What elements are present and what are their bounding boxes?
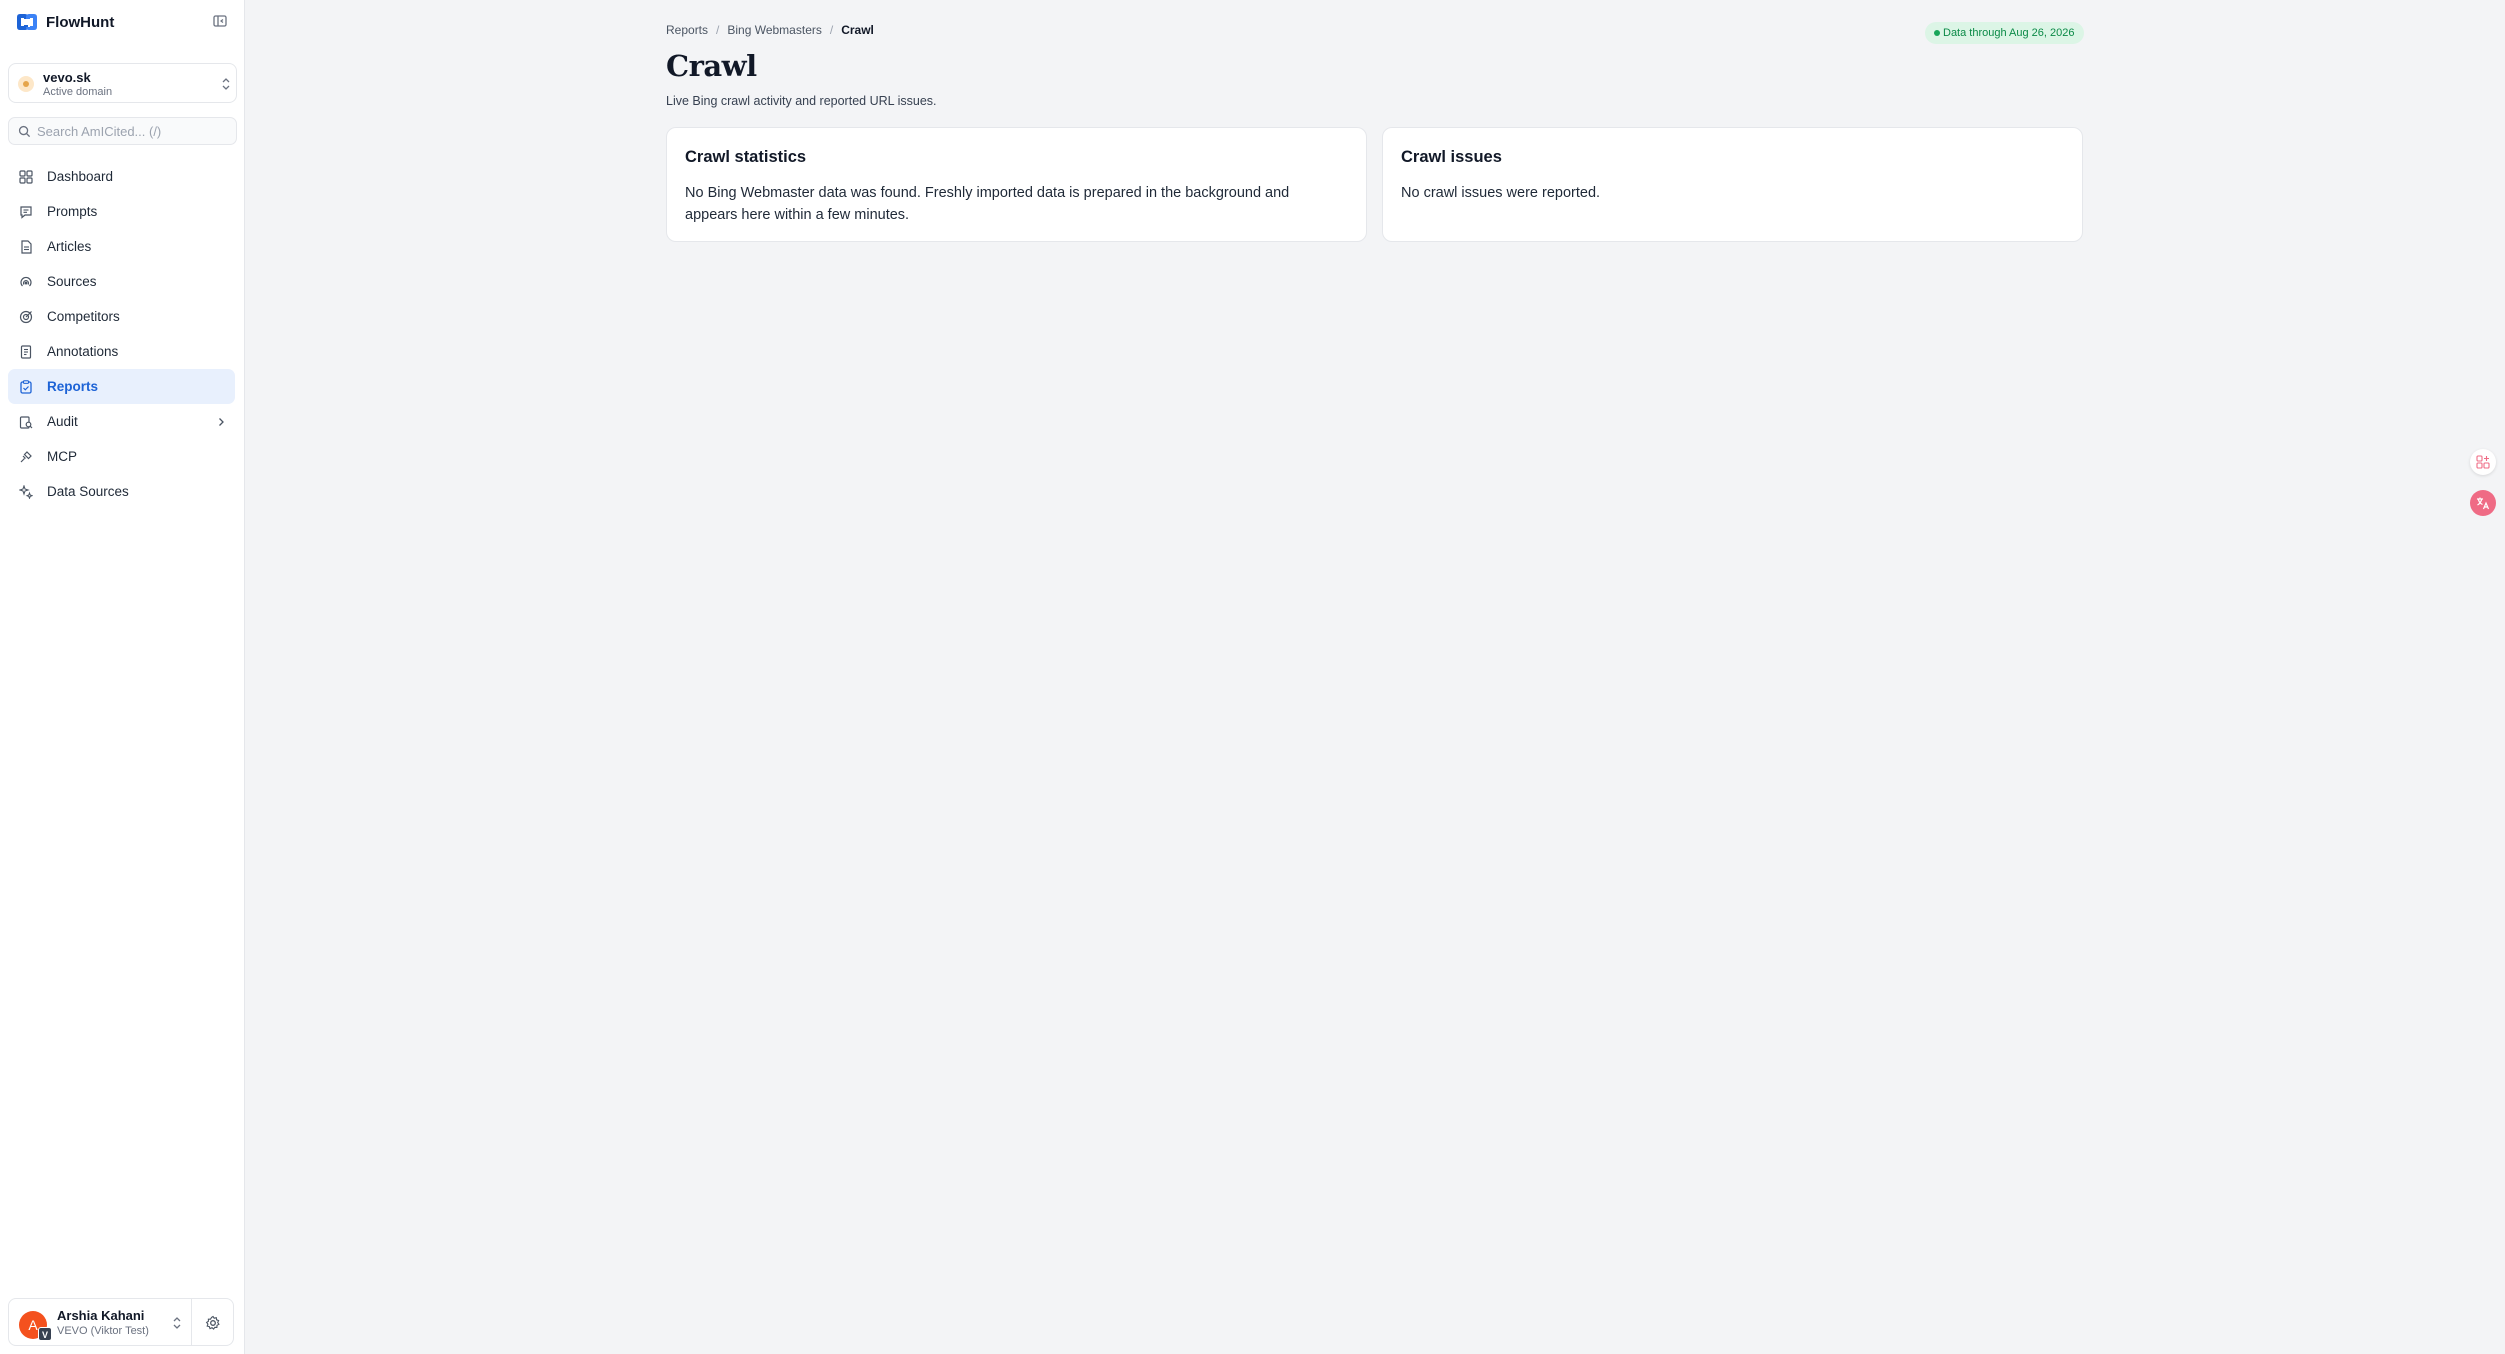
page-subtitle: Live Bing crawl activity and reported UR…: [666, 94, 937, 108]
articles-icon: [21, 240, 32, 254]
domain-favicon-icon: [18, 76, 34, 92]
dashboard-icon: [19, 170, 33, 184]
sidebar-item-label: MCP: [47, 449, 77, 464]
crawl-issues-card: Crawl issues No crawl issues were report…: [1382, 127, 2083, 242]
audit-icon: [19, 416, 33, 429]
sidebar-item-label: Data Sources: [47, 484, 129, 499]
search-input[interactable]: [37, 122, 227, 141]
sidebar-item-prompts[interactable]: Prompts: [8, 194, 235, 229]
sidebar-nav: Dashboard Prompts Articles Sources Compe…: [8, 159, 235, 509]
search-icon: [18, 125, 31, 138]
sidebar-item-dashboard[interactable]: Dashboard: [8, 159, 235, 194]
chevron-up-down-icon: [222, 78, 230, 90]
app-name: FlowHunt: [46, 13, 115, 31]
sidebar-item-audit[interactable]: Audit: [8, 404, 235, 439]
main-content: Reports / Bing Webmasters / Crawl Data t…: [245, 0, 2505, 1354]
status-badge: Data through Aug 26, 2026: [1925, 22, 2084, 44]
sidebar-item-label: Sources: [47, 274, 97, 289]
app-root: FlowHunt vevo.sk Active domain Search Am…: [0, 0, 2505, 1354]
sidebar-toggle-icon[interactable]: [212, 13, 228, 29]
user-menu[interactable]: A V Arshia Kahani VEVO (Viktor Test): [8, 1298, 192, 1346]
sidebar-item-label: Reports: [47, 379, 99, 394]
sources-icon: [20, 276, 32, 287]
sidebar-item-label: Dashboard: [47, 169, 114, 184]
breadcrumb: Reports / Bing Webmasters / Crawl: [666, 23, 874, 37]
breadcrumb-reports[interactable]: Reports: [666, 23, 708, 37]
domain-status: Active domain: [43, 86, 113, 98]
add-widget-icon: [2476, 455, 2490, 469]
card-body: No Bing Webmaster data was found. Freshl…: [685, 185, 1290, 223]
user-name: Arshia Kahani: [57, 1308, 145, 1323]
sidebar-item-annotations[interactable]: Annotations: [8, 334, 235, 369]
prompts-icon: [20, 206, 32, 219]
sidebar-item-articles[interactable]: Articles: [8, 229, 235, 264]
domain-name: vevo.sk: [43, 70, 91, 85]
sidebar-item-label: Audit: [47, 414, 78, 429]
org-badge: V: [38, 1327, 52, 1341]
flowhunt-logo-icon: [17, 14, 37, 30]
chevron-up-down-icon: [173, 1317, 181, 1329]
card-title: Crawl issues: [1401, 148, 1502, 166]
sidebar-item-label: Annotations: [47, 344, 119, 359]
sidebar-item-label: Competitors: [47, 309, 120, 324]
brand[interactable]: FlowHunt: [14, 11, 114, 33]
page-title: Crawl: [666, 49, 757, 83]
card-title: Crawl statistics: [685, 148, 807, 166]
sidebar-item-reports[interactable]: Reports: [8, 369, 235, 404]
breadcrumb-separator: /: [716, 23, 720, 37]
card-body: No crawl issues were reported.: [1401, 185, 1601, 201]
sidebar-item-data-sources[interactable]: Data Sources: [8, 474, 235, 509]
breadcrumb-separator: /: [829, 23, 834, 37]
breadcrumb-current: Crawl: [841, 23, 874, 37]
breadcrumb-bing-webmasters[interactable]: Bing Webmasters: [727, 23, 821, 37]
data-sources-icon: [19, 485, 33, 499]
sidebar-item-label: Articles: [47, 239, 92, 254]
sidebar-item-mcp[interactable]: MCP: [8, 439, 235, 474]
mcp-icon: [20, 451, 32, 463]
sidebar-item-label: Prompts: [47, 204, 98, 219]
search-box[interactable]: [8, 117, 237, 145]
gear-icon: [205, 1315, 220, 1330]
competitors-icon: [19, 310, 33, 324]
translate-icon: [2477, 497, 2490, 510]
reports-icon: [20, 380, 32, 394]
user-org: VEVO (Viktor Test): [57, 1325, 149, 1337]
floating-widget-button[interactable]: [2470, 449, 2496, 475]
sidebar: FlowHunt vevo.sk Active domain Search Am…: [0, 0, 245, 1354]
domain-switcher[interactable]: vevo.sk Active domain: [8, 63, 237, 103]
chevron-right-icon: [219, 418, 224, 426]
settings-button[interactable]: [192, 1298, 234, 1346]
annotations-icon: [20, 345, 32, 359]
sidebar-item-sources[interactable]: Sources: [8, 264, 235, 299]
sidebar-item-competitors[interactable]: Competitors: [8, 299, 235, 334]
crawl-statistics-card: Crawl statistics No Bing Webmaster data …: [666, 127, 1367, 242]
translate-button[interactable]: [2470, 490, 2496, 516]
